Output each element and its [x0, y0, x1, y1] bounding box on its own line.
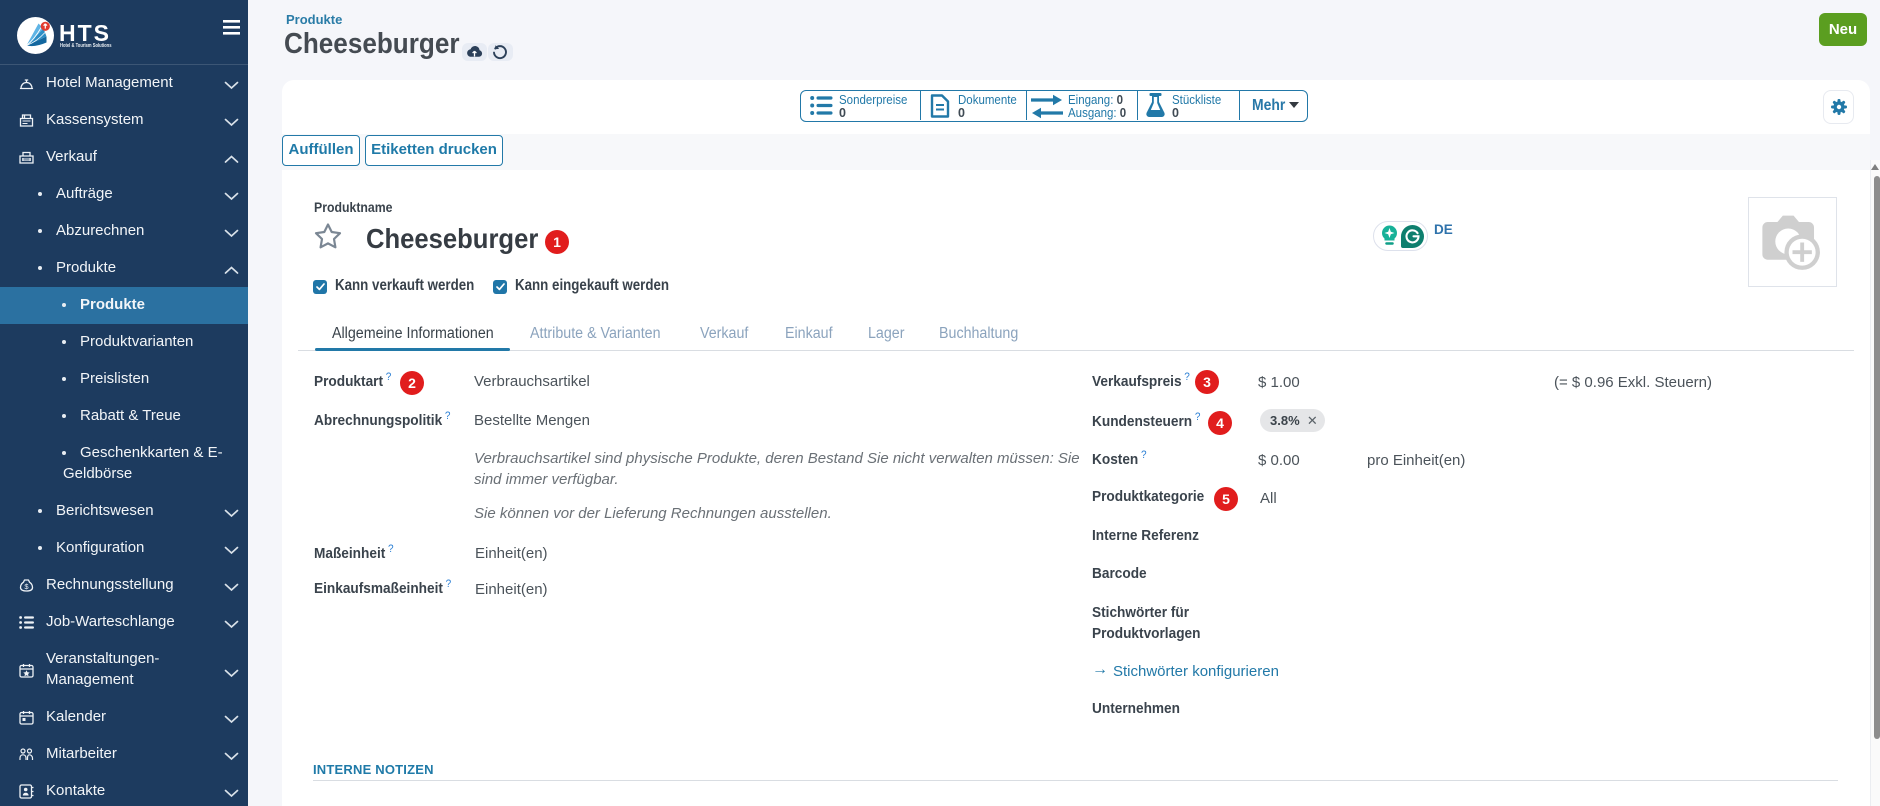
- svg-text:$: $: [24, 582, 29, 591]
